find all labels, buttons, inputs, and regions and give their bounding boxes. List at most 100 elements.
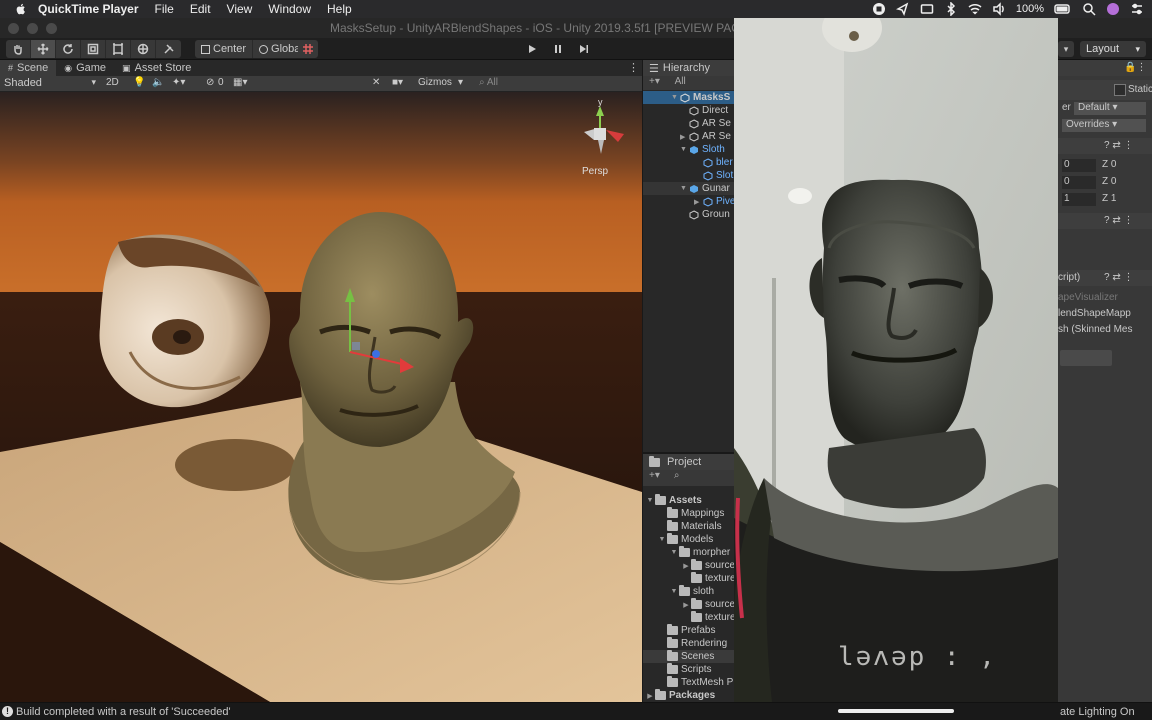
- hierarchy-row[interactable]: ▼ Gunar: [643, 182, 735, 195]
- project-row[interactable]: Prefabs: [657, 624, 715, 637]
- expand-arrow-icon[interactable]: ▶: [645, 692, 655, 700]
- script-field[interactable]: apeVisualizer: [1058, 292, 1118, 303]
- position-z-field[interactable]: Z 0: [1102, 159, 1116, 170]
- project-row[interactable]: ▼ sloth: [669, 585, 714, 598]
- project-row[interactable]: ▼ Assets: [645, 494, 702, 507]
- snap-toggle[interactable]: [298, 40, 318, 58]
- hand-tool-button[interactable]: [6, 40, 31, 58]
- add-component-button[interactable]: [1060, 350, 1112, 366]
- scale-z-field[interactable]: Z 1: [1102, 193, 1116, 204]
- camera-dropdown-icon[interactable]: ■▾: [392, 77, 403, 88]
- expand-arrow-icon[interactable]: ▼: [645, 497, 655, 504]
- grid-toggle-icon[interactable]: ▦▾: [233, 77, 247, 88]
- project-row[interactable]: texture: [681, 611, 735, 624]
- tab-asset-store[interactable]: ▣ Asset Store: [114, 60, 199, 76]
- component-menu-icon[interactable]: ? ⇄ ⋮: [1104, 272, 1134, 283]
- transform-tool-button[interactable]: [131, 40, 156, 58]
- hierarchy-row[interactable]: Groun: [689, 208, 730, 221]
- pivot-mode-button[interactable]: Center: [195, 40, 254, 58]
- screen-icon[interactable]: [920, 2, 934, 16]
- hierarchy-row[interactable]: ▼ Sloth: [680, 143, 725, 156]
- effects-toggle-icon[interactable]: ✦▾: [172, 77, 185, 88]
- rotation-z-field[interactable]: Z 0: [1102, 176, 1116, 187]
- expand-arrow-icon[interactable]: ▶: [681, 601, 691, 609]
- battery-icon[interactable]: [1054, 2, 1072, 16]
- hierarchy-row[interactable]: bler: [703, 156, 733, 169]
- layout-dropdown[interactable]: Layout: [1080, 41, 1146, 57]
- pause-button[interactable]: [546, 40, 570, 58]
- hierarchy-row[interactable]: ▶ AR Se: [680, 130, 731, 143]
- project-row[interactable]: ▼ morpher: [669, 546, 730, 559]
- lighting-toggle-icon[interactable]: 💡: [133, 77, 145, 88]
- scale-x-field[interactable]: 1: [1062, 193, 1096, 206]
- project-search-icon[interactable]: ⌕: [674, 470, 680, 481]
- hierarchy-tab[interactable]: ☰ Hierarchy: [643, 60, 735, 76]
- project-row[interactable]: Scenes: [643, 650, 735, 663]
- hierarchy-row[interactable]: ▼ MasksS: [643, 91, 735, 104]
- expand-arrow-icon[interactable]: ▼: [669, 549, 679, 556]
- menu-help[interactable]: Help: [327, 2, 352, 16]
- console-status-message[interactable]: Build completed with a result of 'Succee…: [16, 706, 231, 718]
- project-row[interactable]: ▶ Packages: [645, 689, 715, 702]
- account-dropdown[interactable]: ▾: [1058, 41, 1074, 57]
- scene-tools-icon[interactable]: ✕: [372, 77, 380, 88]
- expand-arrow-icon[interactable]: ▶: [694, 198, 703, 206]
- step-button[interactable]: [572, 40, 596, 58]
- create-plus-icon[interactable]: +▾: [649, 76, 660, 87]
- inspector-lock-icon[interactable]: 🔒⋮: [1124, 62, 1146, 73]
- layer-dropdown[interactable]: Default ▾: [1074, 102, 1146, 115]
- custom-tool-button[interactable]: [156, 40, 181, 58]
- component-menu-icon[interactable]: ? ⇄ ⋮: [1104, 140, 1134, 151]
- draw-mode-dropdown[interactable]: Shaded: [4, 77, 96, 89]
- project-row[interactable]: ▶ source: [681, 559, 735, 572]
- project-row[interactable]: ▶ source: [681, 598, 735, 611]
- close-button[interactable]: [8, 23, 19, 34]
- component-menu-icon[interactable]: ? ⇄ ⋮: [1104, 215, 1134, 226]
- menu-file[interactable]: File: [155, 2, 174, 16]
- minimize-button[interactable]: [27, 23, 38, 34]
- rect-tool-button[interactable]: [106, 40, 131, 58]
- expand-arrow-icon[interactable]: ▼: [680, 146, 689, 153]
- scene-tab-menu-icon[interactable]: ⋮: [628, 61, 639, 74]
- hierarchy-row[interactable]: ▶ Pive: [694, 195, 735, 208]
- volume-icon[interactable]: [992, 2, 1006, 16]
- overrides-dropdown[interactable]: Overrides ▾: [1062, 119, 1146, 132]
- app-menu[interactable]: QuickTime Player: [38, 2, 139, 16]
- menu-window[interactable]: Window: [268, 2, 311, 16]
- play-button[interactable]: [520, 40, 544, 58]
- bluetooth-icon[interactable]: [944, 2, 958, 16]
- project-row[interactable]: Scripts: [657, 663, 712, 676]
- share-icon[interactable]: [895, 2, 910, 16]
- siri-icon[interactable]: [1106, 2, 1120, 16]
- record-icon[interactable]: [872, 2, 886, 16]
- control-center-icon[interactable]: [1130, 2, 1144, 16]
- hierarchy-row[interactable]: Slot: [703, 169, 733, 182]
- expand-arrow-icon[interactable]: ▼: [671, 94, 680, 101]
- project-row[interactable]: Mappings: [657, 507, 724, 520]
- scene-viewport[interactable]: y Persp: [0, 92, 642, 702]
- hierarchy-search[interactable]: +▾ All: [643, 76, 735, 90]
- project-tab[interactable]: Project: [643, 454, 735, 470]
- expand-arrow-icon[interactable]: ▶: [680, 133, 689, 141]
- expand-arrow-icon[interactable]: ▼: [657, 536, 667, 543]
- project-row[interactable]: Materials: [657, 520, 722, 533]
- tab-scene[interactable]: # Scene: [0, 60, 57, 76]
- mapping-field[interactable]: lendShapeMapp: [1058, 308, 1131, 319]
- wifi-icon[interactable]: [968, 2, 982, 16]
- expand-arrow-icon[interactable]: ▼: [680, 185, 689, 192]
- project-row[interactable]: ▼ Models: [657, 533, 713, 546]
- apple-icon[interactable]: [14, 2, 28, 16]
- zoom-button[interactable]: [46, 23, 57, 34]
- project-row[interactable]: Rendering: [657, 637, 727, 650]
- hierarchy-row[interactable]: Direct: [689, 104, 728, 117]
- position-x-field[interactable]: 0: [1062, 159, 1096, 172]
- static-checkbox[interactable]: [1114, 84, 1126, 96]
- expand-arrow-icon[interactable]: ▶: [681, 562, 691, 570]
- hierarchy-row[interactable]: AR Se: [689, 117, 731, 130]
- project-create-icon[interactable]: +▾: [649, 470, 660, 481]
- 2d-toggle[interactable]: 2D: [106, 77, 119, 88]
- projection-label[interactable]: Persp: [582, 166, 608, 177]
- project-row[interactable]: texture: [681, 572, 735, 585]
- rotation-x-field[interactable]: 0: [1062, 176, 1096, 189]
- audio-toggle-icon[interactable]: 🔈: [152, 77, 164, 88]
